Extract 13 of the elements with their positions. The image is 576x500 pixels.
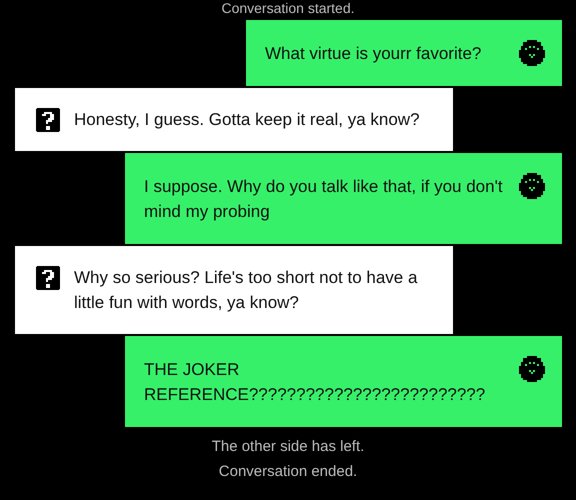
question-mark-icon — [36, 108, 60, 132]
smiley-face-icon — [519, 173, 545, 199]
question-mark-icon — [36, 266, 60, 290]
message-text: What virtue is yourr favorite? — [265, 43, 482, 65]
message-text: I suppose. Why do you talk like that, if you don't mind my probing — [144, 176, 503, 223]
smiley-face-icon — [519, 40, 545, 66]
smiley-face-icon — [519, 356, 545, 382]
status-text: Conversation ended. — [218, 462, 358, 482]
message-text: Why so serious? Life's too short not to have a little fun with words, ya know? — [74, 267, 418, 314]
status-text: Conversation started. — [221, 0, 355, 16]
message-text: Honesty, I guess. Gotta keep it real, ya know? — [74, 109, 421, 131]
message-text: THE JOKER REFERENCE????????????????????????? — [144, 359, 486, 406]
status-text: The other side has left. — [212, 437, 364, 457]
